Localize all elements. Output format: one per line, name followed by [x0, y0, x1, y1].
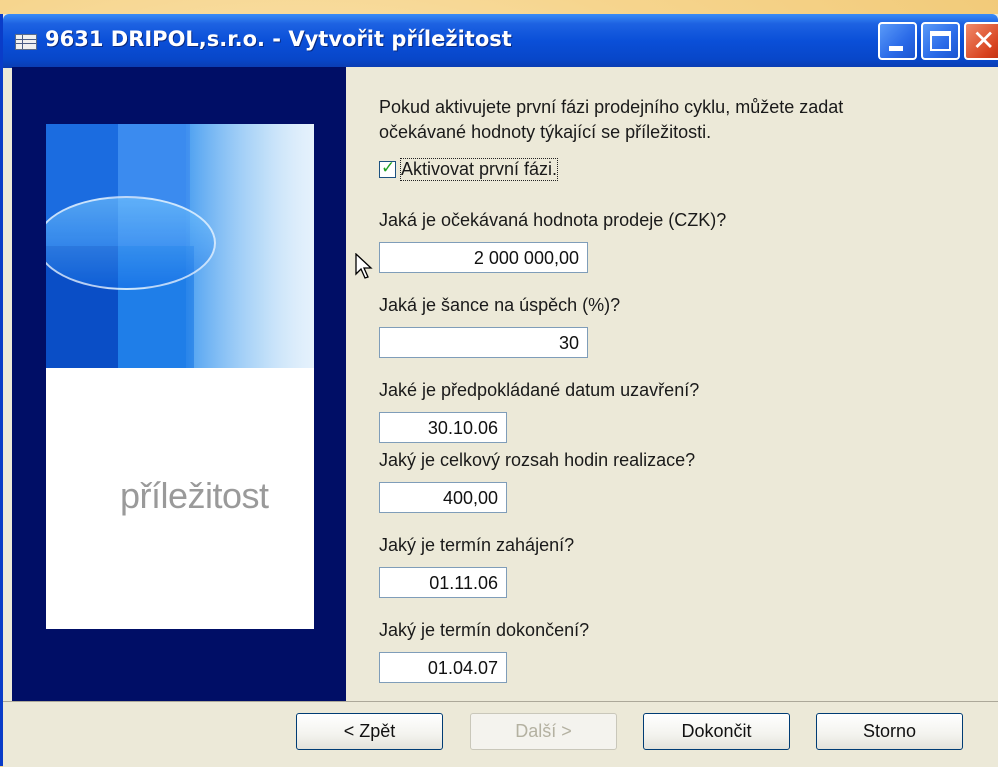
- end-date-label: Jaký je termín dokončení?: [379, 620, 590, 640]
- start-date-input[interactable]: 01.11.06: [379, 567, 507, 598]
- intro-text-line-1: Pokud aktivujete první fázi prodejního c…: [379, 97, 844, 117]
- wizard-content: Pokud aktivujete první fázi prodejního c…: [346, 67, 998, 701]
- start-date-label: Jaký je termín zahájení?: [379, 535, 575, 555]
- maximize-button[interactable]: [921, 22, 960, 60]
- intro-text-line-2: očekávané hodnoty týkající se příležitos…: [379, 122, 712, 142]
- success-chance-input[interactable]: 30: [379, 327, 588, 358]
- activate-first-phase-label[interactable]: Aktivovat první fázi.: [399, 158, 559, 181]
- title-bar[interactable]: 9631 DRIPOL,s.r.o. - Vytvořit příležitos…: [3, 14, 998, 68]
- wizard-side-panel: [12, 67, 346, 701]
- maximize-icon: [930, 31, 951, 51]
- finish-button[interactable]: Dokončit: [643, 713, 790, 750]
- mouse-pointer-icon: [355, 253, 373, 279]
- next-button[interactable]: Další >: [470, 713, 617, 750]
- activate-first-phase-checkbox[interactable]: ✓: [379, 158, 396, 178]
- checkmark-icon: ✓: [381, 158, 396, 178]
- table-icon: [15, 34, 37, 50]
- wizard-window: 9631 DRIPOL,s.r.o. - Vytvořit příležitos…: [0, 14, 998, 767]
- minimize-icon: [889, 46, 903, 51]
- expected-sales-value-input[interactable]: 2 000 000,00: [379, 242, 588, 273]
- end-date-input[interactable]: 01.04.07: [379, 652, 507, 683]
- wizard-illustration: [46, 124, 314, 629]
- window-title: 9631 DRIPOL,s.r.o. - Vytvořit příležitos…: [45, 27, 512, 51]
- expected-close-date-input[interactable]: 30.10.06: [379, 412, 507, 443]
- expected-sales-value-label: Jaká je očekávaná hodnota prodeje (CZK)?: [379, 210, 727, 230]
- illustration-caption: příležitost: [120, 475, 269, 516]
- total-hours-label: Jaký je celkový rozsah hodin realizace?: [379, 450, 696, 470]
- expected-close-date-label: Jaké je předpokládané datum uzavření?: [379, 380, 700, 400]
- cancel-button[interactable]: Storno: [816, 713, 963, 750]
- minimize-button[interactable]: [878, 22, 917, 60]
- total-hours-input[interactable]: 400,00: [379, 482, 507, 513]
- success-chance-label: Jaká je šance na úspěch (%)?: [379, 295, 621, 315]
- back-button[interactable]: < Zpět: [296, 713, 443, 750]
- close-button[interactable]: ✕: [964, 22, 998, 60]
- close-icon: ✕: [972, 24, 996, 57]
